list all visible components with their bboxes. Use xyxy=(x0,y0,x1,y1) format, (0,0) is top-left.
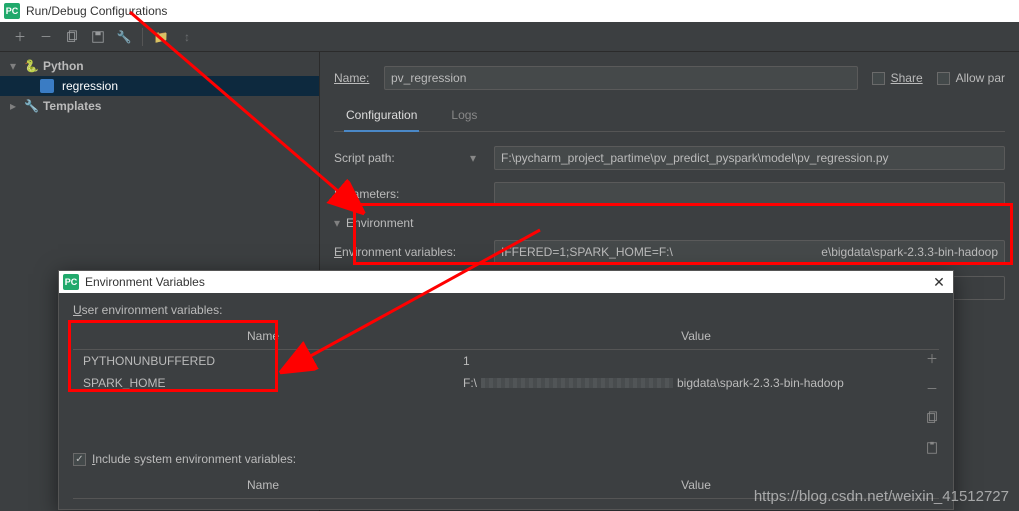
env-vars-label: Environment variables: xyxy=(334,245,494,259)
paste-icon[interactable] xyxy=(921,437,943,459)
pycharm-icon: PC xyxy=(63,274,79,290)
allow-parallel-label: Allow par xyxy=(956,71,1005,85)
config-tabs: Configuration Logs xyxy=(334,100,1005,132)
col-value: Value xyxy=(453,472,939,498)
share-checkbox[interactable] xyxy=(872,72,885,85)
chevron-down-icon[interactable]: ▾ xyxy=(334,216,340,230)
env-vars-dialog: PC Environment Variables ✕ User environm… xyxy=(58,270,954,510)
python-icon: 🐍 xyxy=(24,59,39,73)
wrench-icon: 🔧 xyxy=(24,99,39,113)
remove-icon[interactable]: － xyxy=(38,29,54,45)
col-name: Name xyxy=(73,472,453,498)
parameters-input[interactable] xyxy=(494,182,1005,206)
sys-table-header: Name Value xyxy=(73,472,939,499)
chevron-right-icon: ▸ xyxy=(10,99,20,113)
script-path-input[interactable]: F:\pycharm_project_partime\pv_predict_py… xyxy=(494,146,1005,170)
env-vars-table[interactable]: PYTHONUNBUFFERED 1 SPARK_HOME F:\ bigdat… xyxy=(73,350,939,434)
table-row[interactable]: SPARK_HOME F:\ bigdata\spark-2.3.3-bin-h… xyxy=(73,372,939,394)
share-label: Share xyxy=(891,71,923,85)
tree-node-python[interactable]: ▾ 🐍 Python xyxy=(0,56,319,76)
config-toolbar: ＋ － 🔧 📁 ↕ xyxy=(0,22,1019,52)
copy-icon[interactable] xyxy=(921,407,943,429)
add-icon[interactable]: ＋ xyxy=(12,29,28,45)
window-title-bar: PC Run/Debug Configurations xyxy=(0,0,1019,22)
include-system-label: Include system environment variables: xyxy=(92,452,296,466)
env-vars-input[interactable]: IFFERED=1;SPARK_HOME=F:\ e\bigdata\spark… xyxy=(494,240,1005,264)
folder-icon[interactable]: 📁 xyxy=(153,29,169,45)
environment-section-label: Environment xyxy=(346,216,413,230)
window-title: Run/Debug Configurations xyxy=(26,4,167,18)
dialog-title: Environment Variables xyxy=(85,275,923,289)
col-value: Value xyxy=(453,323,939,349)
copy-icon[interactable] xyxy=(64,29,80,45)
allow-parallel-checkbox[interactable] xyxy=(937,72,950,85)
close-icon[interactable]: ✕ xyxy=(929,274,949,291)
chevron-down-icon: ▾ xyxy=(10,59,20,73)
table-row[interactable]: PYTHONUNBUFFERED 1 xyxy=(73,350,939,372)
table-header: Name Value xyxy=(73,323,939,350)
script-path-label: Script path:▾ xyxy=(334,151,494,165)
python-file-icon xyxy=(40,79,54,93)
separator xyxy=(142,28,143,46)
wrench-icon[interactable]: 🔧 xyxy=(116,29,132,45)
name-label: Name: xyxy=(334,71,369,85)
col-name: Name xyxy=(73,323,453,349)
add-icon[interactable]: ＋ xyxy=(921,347,943,369)
include-system-checkbox[interactable] xyxy=(73,453,86,466)
tab-logs[interactable]: Logs xyxy=(449,100,479,131)
parameters-label: Parameters: xyxy=(334,187,494,201)
chevron-down-icon[interactable]: ▾ xyxy=(470,151,476,165)
remove-icon[interactable]: － xyxy=(921,377,943,399)
user-env-label: User environment variables: xyxy=(73,303,939,317)
tree-node-run-config[interactable]: regression xyxy=(0,76,319,96)
tab-configuration[interactable]: Configuration xyxy=(344,100,419,132)
name-input[interactable]: pv_regression xyxy=(384,66,858,90)
sort-icon[interactable]: ↕ xyxy=(179,29,195,45)
save-icon[interactable] xyxy=(90,29,106,45)
tree-node-templates[interactable]: ▸ 🔧 Templates xyxy=(0,96,319,116)
dialog-title-bar: PC Environment Variables ✕ xyxy=(59,271,953,293)
pycharm-icon: PC xyxy=(4,3,20,19)
